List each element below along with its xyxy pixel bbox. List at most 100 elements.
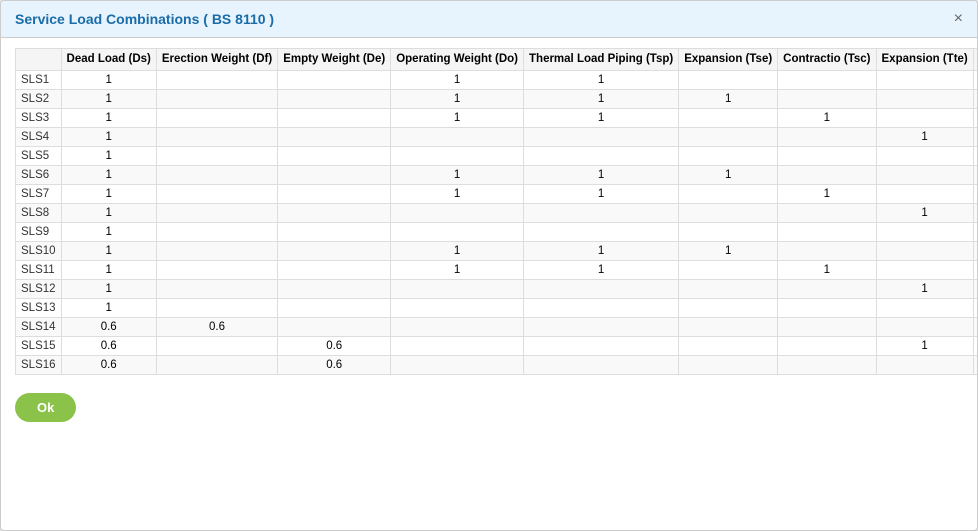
- cell-value: 1: [391, 260, 524, 279]
- cell-value: [876, 70, 973, 89]
- cell-value: [156, 146, 277, 165]
- cell-value: 1: [61, 298, 156, 317]
- cell-value: 0.6: [61, 336, 156, 355]
- cell-value: [679, 355, 778, 374]
- row-label: SLS10: [16, 241, 62, 260]
- cell-value: [679, 298, 778, 317]
- cell-value: [973, 203, 977, 222]
- column-header: Expansion (Tte): [876, 49, 973, 71]
- cell-value: [876, 146, 973, 165]
- cell-value: 1: [973, 146, 977, 165]
- cell-value: 1: [524, 184, 679, 203]
- cell-value: 1: [391, 89, 524, 108]
- cell-value: 1: [61, 165, 156, 184]
- row-label: SLS13: [16, 298, 62, 317]
- cell-value: [524, 146, 679, 165]
- column-header: Contractio (Ttc): [973, 49, 977, 71]
- cell-value: [156, 298, 277, 317]
- cell-value: [876, 355, 973, 374]
- cell-value: 1: [391, 165, 524, 184]
- cell-value: [278, 222, 391, 241]
- cell-value: [156, 241, 277, 260]
- cell-value: [524, 317, 679, 336]
- cell-value: 1: [876, 127, 973, 146]
- cell-value: [679, 108, 778, 127]
- column-header: Expansion (Tse): [679, 49, 778, 71]
- cell-value: 1: [61, 127, 156, 146]
- cell-value: 1: [61, 203, 156, 222]
- cell-value: 1: [524, 241, 679, 260]
- cell-value: [156, 70, 277, 89]
- row-label: SLS1: [16, 70, 62, 89]
- cell-value: 0.6: [61, 317, 156, 336]
- cell-value: 1: [61, 260, 156, 279]
- cell-value: [524, 279, 679, 298]
- table-row: SLS8111: [16, 203, 978, 222]
- cell-value: [391, 127, 524, 146]
- cell-value: [679, 222, 778, 241]
- cell-value: [679, 260, 778, 279]
- cell-value: 1: [61, 108, 156, 127]
- cell-value: [778, 127, 876, 146]
- cell-value: [391, 336, 524, 355]
- row-label: SLS3: [16, 108, 62, 127]
- cell-value: 1: [61, 70, 156, 89]
- cell-value: 1: [524, 89, 679, 108]
- row-label: SLS6: [16, 165, 62, 184]
- cell-value: [876, 184, 973, 203]
- table-body: SLS1111SLS21111SLS31111SLS411SLS511SLS61…: [16, 70, 978, 374]
- cell-value: [778, 222, 876, 241]
- cell-value: 1: [391, 184, 524, 203]
- cell-value: [391, 298, 524, 317]
- cell-value: [778, 165, 876, 184]
- cell-value: [391, 146, 524, 165]
- table-row: SLS611111: [16, 165, 978, 184]
- cell-value: [876, 298, 973, 317]
- dialog-body: Dead Load (Ds)Erection Weight (Df)Empty …: [1, 38, 977, 385]
- cell-value: 1: [391, 241, 524, 260]
- table-row: SLS411: [16, 127, 978, 146]
- row-label: SLS7: [16, 184, 62, 203]
- cell-value: [278, 146, 391, 165]
- cell-value: [778, 70, 876, 89]
- close-button[interactable]: ×: [954, 11, 963, 27]
- cell-value: [278, 184, 391, 203]
- cell-value: 1: [778, 108, 876, 127]
- cell-value: 1: [61, 89, 156, 108]
- cell-value: [973, 89, 977, 108]
- dialog-service-load: Service Load Combinations ( BS 8110 ) × …: [0, 0, 978, 531]
- cell-value: [973, 127, 977, 146]
- table-row: SLS13110.75: [16, 298, 978, 317]
- row-label: SLS14: [16, 317, 62, 336]
- cell-value: [679, 70, 778, 89]
- cell-value: [278, 298, 391, 317]
- table-header-row: Dead Load (Ds)Erection Weight (Df)Empty …: [16, 49, 978, 71]
- cell-value: [278, 203, 391, 222]
- cell-value: 1: [973, 222, 977, 241]
- cell-value: [278, 241, 391, 260]
- cell-value: [973, 184, 977, 203]
- table-row: SLS711111: [16, 184, 978, 203]
- dialog-title: Service Load Combinations ( BS 8110 ): [15, 11, 274, 27]
- cell-value: 1: [973, 355, 977, 374]
- table-row: SLS1011110.75: [16, 241, 978, 260]
- table-row: SLS12110.75: [16, 279, 978, 298]
- cell-value: [973, 260, 977, 279]
- cell-value: [973, 279, 977, 298]
- table-row: SLS150.60.61: [16, 336, 978, 355]
- table-row: SLS1111110.75: [16, 260, 978, 279]
- cell-value: [973, 165, 977, 184]
- dialog-footer: Ok: [1, 385, 977, 430]
- cell-value: [391, 279, 524, 298]
- cell-value: [876, 222, 973, 241]
- cell-value: 0.6: [278, 336, 391, 355]
- cell-value: [156, 165, 277, 184]
- cell-value: [391, 203, 524, 222]
- column-header: Dead Load (Ds): [61, 49, 156, 71]
- cell-value: [524, 336, 679, 355]
- table-row: SLS31111: [16, 108, 978, 127]
- row-label: SLS8: [16, 203, 62, 222]
- dialog-header: Service Load Combinations ( BS 8110 ) ×: [1, 1, 977, 38]
- cell-value: [679, 203, 778, 222]
- ok-button[interactable]: Ok: [15, 393, 76, 422]
